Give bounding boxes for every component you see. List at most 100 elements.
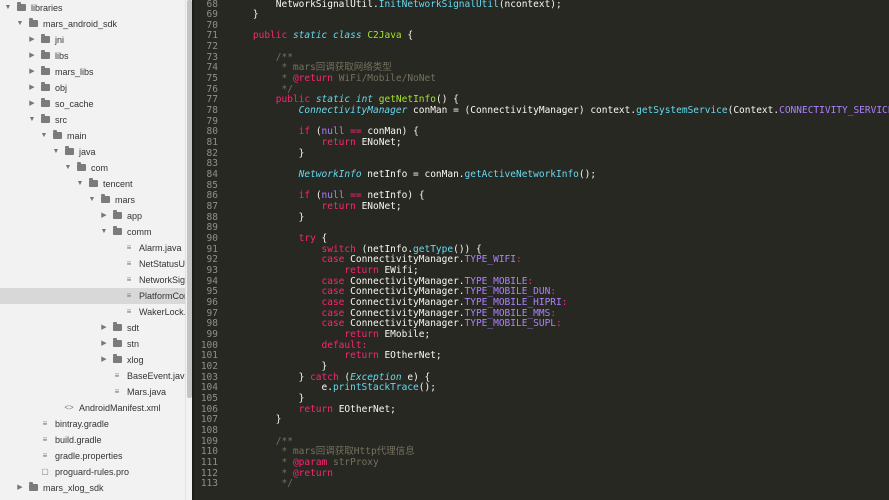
tree-item-mars-android-sdk[interactable]: ▼ mars_android_sdk <box>0 16 185 32</box>
chevron-right-icon[interactable]: ▶ <box>100 352 108 368</box>
line-number: 112 <box>200 467 218 479</box>
chevron-right-icon[interactable]: ▶ <box>16 480 24 496</box>
code-line[interactable]: case ConnectivityManager.TYPE_MOBILE_DUN… <box>230 286 557 297</box>
chevron-down-icon[interactable]: ▼ <box>100 224 108 240</box>
chevron-right-icon[interactable]: ▶ <box>100 208 108 224</box>
chevron-down-icon[interactable]: ▼ <box>76 176 84 192</box>
tree-item-app[interactable]: ▶ app <box>0 208 185 224</box>
tree-item-androidmanifest-xml[interactable]: <> AndroidManifest.xml <box>0 400 185 416</box>
code-line[interactable]: case ConnectivityManager.TYPE_MOBILE: <box>230 276 534 287</box>
code-line[interactable]: case ConnectivityManager.TYPE_MOBILE_HIP… <box>230 297 568 308</box>
tree-item-obj[interactable]: ▶ obj <box>0 80 185 96</box>
code-line[interactable]: return ENoNet; <box>230 137 402 148</box>
tree-item-platformcomm-java[interactable]: ≡ PlatformComm.java <box>0 288 185 304</box>
tree-item-alarm-java[interactable]: ≡ Alarm.java <box>0 240 185 256</box>
tree-item-stn[interactable]: ▶ stn <box>0 336 185 352</box>
code-line[interactable]: } <box>230 414 282 425</box>
tree-item-sdt[interactable]: ▶ sdt <box>0 320 185 336</box>
tree-item-label: so_cache <box>55 99 94 109</box>
code-line[interactable]: try { <box>230 233 328 244</box>
code-line[interactable]: NetworkInfo netInfo = conMan.getActiveNe… <box>230 169 596 180</box>
tree-item-wakerlock-java[interactable]: ≡ WakerLock.java <box>0 304 185 320</box>
code-line[interactable]: case ConnectivityManager.TYPE_WIFI: <box>230 254 522 265</box>
tree-item-label: jni <box>55 35 65 45</box>
code-line[interactable]: default: <box>230 340 368 351</box>
tree-item-netstatusutil-java[interactable]: ≡ NetStatusUtil.java <box>0 256 185 272</box>
code-line[interactable]: * mars回调获取网络类型 <box>230 62 391 73</box>
code-line[interactable]: } <box>230 361 328 372</box>
tree-item-comm[interactable]: ▼ comm <box>0 224 185 240</box>
chevron-down-icon[interactable]: ▼ <box>52 144 60 160</box>
code-line[interactable]: } catch (Exception e) { <box>230 372 431 383</box>
chevron-down-icon[interactable]: ▼ <box>64 160 72 176</box>
tree-item-libraries[interactable]: ▼ libraries <box>0 0 185 16</box>
tree-item-label: mars <box>115 195 135 205</box>
tree-item-com[interactable]: ▼ com <box>0 160 185 176</box>
tree-item-mars-xlog-sdk[interactable]: ▶ mars_xlog_sdk <box>0 480 185 496</box>
code-line[interactable]: * @return WiFi/Mobile/NoNet <box>230 73 435 84</box>
code-line[interactable]: if (null == netInfo) { <box>230 190 425 201</box>
tree-item-proguard-rules-pro[interactable]: ▢ proguard-rules.pro <box>0 464 185 480</box>
tree-item-so-cache[interactable]: ▶ so_cache <box>0 96 185 112</box>
line-number: 103 <box>200 371 218 383</box>
chevron-right-icon[interactable]: ▶ <box>28 64 36 80</box>
code-line[interactable]: case ConnectivityManager.TYPE_MOBILE_MMS… <box>230 308 557 319</box>
code-line[interactable]: public static int getNetInfo() { <box>230 94 459 105</box>
tree-item-networksignalutil-java[interactable]: ≡ NetworkSignalUtil.java <box>0 272 185 288</box>
chevron-down-icon[interactable]: ▼ <box>40 128 48 144</box>
tree-item-mars[interactable]: ▼ mars <box>0 192 185 208</box>
line-number: 80 <box>206 126 218 138</box>
code-line[interactable]: if (null == conMan) { <box>230 126 419 137</box>
chevron-right-icon[interactable]: ▶ <box>28 48 36 64</box>
code-line[interactable]: } <box>230 148 305 159</box>
code-line[interactable]: switch (netInfo.getType()) { <box>230 244 482 255</box>
chevron-down-icon[interactable]: ▼ <box>16 16 24 32</box>
tree-item-libs[interactable]: ▶ libs <box>0 48 185 64</box>
chevron-right-icon[interactable]: ▶ <box>100 336 108 352</box>
chevron-right-icon[interactable]: ▶ <box>28 96 36 112</box>
chevron-right-icon[interactable]: ▶ <box>28 80 36 96</box>
tree-item-mars-java[interactable]: ≡ Mars.java <box>0 384 185 400</box>
chevron-right-icon[interactable]: ▶ <box>28 32 36 48</box>
code-editor[interactable]: NetworkSignalUtil.InitNetworkSignalUtil(… <box>230 0 889 500</box>
code-line[interactable]: } <box>230 212 305 223</box>
code-line[interactable]: return ENoNet; <box>230 201 402 212</box>
tree-item-label: AndroidManifest.xml <box>79 403 161 413</box>
tree-item-java[interactable]: ▼ java <box>0 144 185 160</box>
code-line[interactable]: e.printStackTrace(); <box>230 382 436 393</box>
file-icon: ≡ <box>126 243 132 252</box>
code-line[interactable]: ConnectivityManager conMan = (Connectivi… <box>230 105 889 116</box>
code-line[interactable]: * mars回调获取Http代理信息 <box>230 446 414 457</box>
code-line[interactable]: */ <box>230 84 292 95</box>
code-line[interactable]: * @return <box>230 468 333 479</box>
code-line[interactable]: NetworkSignalUtil.InitNetworkSignalUtil(… <box>230 0 562 10</box>
tree-item-tencent[interactable]: ▼ tencent <box>0 176 185 192</box>
code-line[interactable]: } <box>230 393 305 404</box>
tree-item-baseevent-java[interactable]: ≡ BaseEvent.java <box>0 368 185 384</box>
tree-item-jni[interactable]: ▶ jni <box>0 32 185 48</box>
code-line[interactable]: public static class C2Java { <box>230 30 413 41</box>
tree-item-build-gradle[interactable]: ≡ build.gradle <box>0 432 185 448</box>
tree-item-main[interactable]: ▼ main <box>0 128 185 144</box>
folder-icon <box>29 482 38 491</box>
code-line[interactable]: case ConnectivityManager.TYPE_MOBILE_SUP… <box>230 318 562 329</box>
chevron-down-icon[interactable]: ▼ <box>88 192 96 208</box>
file-icon: ≡ <box>42 451 48 460</box>
tree-item-xlog[interactable]: ▶ xlog <box>0 352 185 368</box>
code-line[interactable]: return EWifi; <box>230 265 418 276</box>
code-line[interactable]: return EMobile; <box>230 329 430 340</box>
chevron-down-icon[interactable]: ▼ <box>4 0 12 16</box>
code-line[interactable]: } <box>230 9 259 20</box>
code-line[interactable]: /** <box>230 436 293 447</box>
code-line[interactable]: return EOtherNet; <box>230 404 396 415</box>
tree-item-gradle-properties[interactable]: ≡ gradle.properties <box>0 448 185 464</box>
code-line[interactable]: */ <box>230 478 292 489</box>
tree-item-bintray-gradle[interactable]: ≡ bintray.gradle <box>0 416 185 432</box>
chevron-right-icon[interactable]: ▶ <box>100 320 108 336</box>
tree-item-mars-libs[interactable]: ▶ mars_libs <box>0 64 185 80</box>
code-line[interactable]: return EOtherNet; <box>230 350 441 361</box>
tree-item-src[interactable]: ▼ src <box>0 112 185 128</box>
tree-item-label: libs <box>55 51 69 61</box>
chevron-down-icon[interactable]: ▼ <box>28 112 36 128</box>
code-line[interactable]: * @param strProxy <box>230 457 378 468</box>
